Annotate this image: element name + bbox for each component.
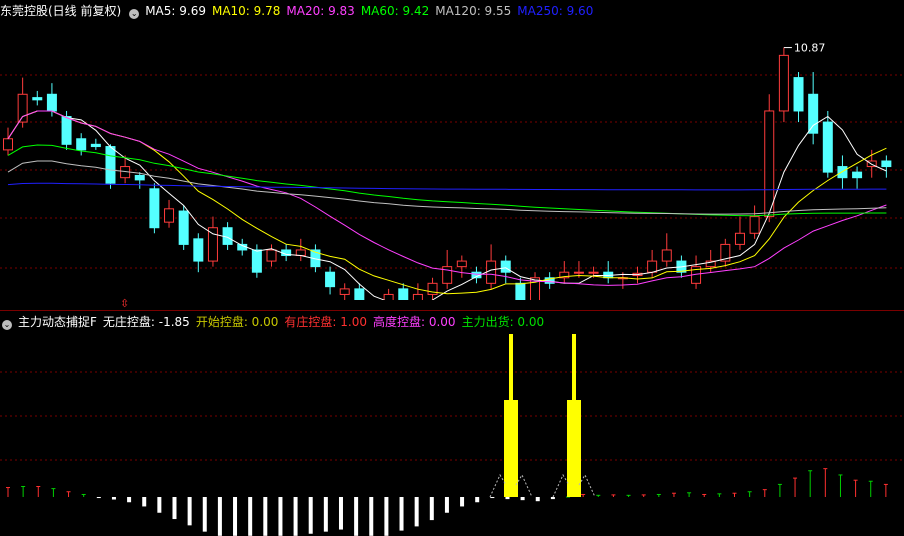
indicator-bar-negative xyxy=(369,497,374,536)
candle-up xyxy=(573,271,584,274)
price-chart: 10.878.81 xyxy=(0,42,904,300)
candle-up xyxy=(207,227,218,262)
indicator-bar-negative xyxy=(399,497,404,531)
indicator-bar-negative xyxy=(338,497,343,530)
indicator-bar-negative xyxy=(187,497,192,526)
candle-up xyxy=(164,208,175,223)
candle-down xyxy=(251,249,262,273)
candle-down xyxy=(325,271,336,288)
signal-trace xyxy=(515,473,533,498)
signal-trace xyxy=(578,473,596,498)
candle-down xyxy=(354,288,365,300)
candle-up xyxy=(734,232,745,245)
candle-up xyxy=(295,249,306,257)
candle-down xyxy=(500,260,511,273)
indicator-bar-negative xyxy=(217,497,222,536)
pane-divider[interactable] xyxy=(0,310,904,311)
indicator-bar-negative xyxy=(550,497,555,500)
indicator-bar-negative xyxy=(127,497,132,503)
indicator-bar-negative xyxy=(490,497,495,499)
candle-up xyxy=(778,54,789,112)
indicator-bar-negative xyxy=(157,497,162,513)
candle-up xyxy=(486,260,497,284)
candle-up xyxy=(661,249,672,262)
candle-up xyxy=(339,288,350,295)
indicator-bar-negative xyxy=(323,497,328,532)
candle-down xyxy=(398,288,409,300)
candle-down xyxy=(149,188,160,229)
signal-trace xyxy=(489,473,507,498)
candle-down xyxy=(515,282,526,300)
indicator-chart xyxy=(0,334,904,536)
indicator-bar-negative xyxy=(263,497,268,536)
indicator-bar-negative xyxy=(202,497,207,532)
indicator-bar-negative xyxy=(308,497,313,534)
candle-down xyxy=(822,121,833,173)
indicator-bar-negative xyxy=(172,497,177,520)
indicator-bar-negative xyxy=(354,497,359,536)
indicator-bar-negative xyxy=(111,497,116,500)
indicator-bar-negative xyxy=(384,497,389,536)
candle-down xyxy=(32,97,43,101)
indicator-bar-negative xyxy=(475,497,480,503)
candle-up xyxy=(266,249,277,262)
candle-down xyxy=(134,174,145,181)
indicator-bar-negative xyxy=(414,497,419,527)
indicator-bar-negative xyxy=(444,497,449,513)
candle-up xyxy=(456,260,467,268)
candle-up xyxy=(3,138,13,151)
indicator-bar-negative xyxy=(278,497,283,536)
signal-trace xyxy=(552,473,570,498)
candle-down xyxy=(105,146,116,184)
candle-down xyxy=(178,210,189,245)
indicator-bar-negative xyxy=(248,497,253,536)
signal-spike xyxy=(572,334,576,400)
indicator-bar-negative xyxy=(293,497,298,536)
signal-bar xyxy=(567,400,581,497)
candle-down xyxy=(46,93,57,112)
indicator-bar-negative xyxy=(520,497,525,501)
candle-down xyxy=(881,160,892,168)
candle-down xyxy=(808,93,819,134)
candle-down xyxy=(193,238,204,262)
indicator-bar-negative xyxy=(460,497,465,507)
indicator-bar-negative xyxy=(233,497,238,536)
candle-up xyxy=(588,271,599,274)
candle-down xyxy=(793,77,804,112)
candle-up xyxy=(647,260,658,273)
signal-spike xyxy=(509,334,513,400)
candle-up xyxy=(17,93,28,123)
candle-up xyxy=(749,216,760,234)
candle-up xyxy=(764,110,775,218)
indicator-bar-negative xyxy=(535,497,540,502)
candle-down xyxy=(61,116,72,145)
candle-down xyxy=(90,143,101,148)
indicator-bar-negative xyxy=(96,497,101,499)
candle-down xyxy=(76,138,87,151)
candle-down xyxy=(852,171,863,179)
signal-bar xyxy=(504,400,518,497)
pane-marker-icon: ⇳ xyxy=(120,297,130,310)
indicator-bar-negative xyxy=(505,497,510,500)
high-price-label: 10.87 xyxy=(794,42,826,55)
indicator-bar-negative xyxy=(142,497,147,507)
indicator-bar-negative xyxy=(429,497,434,521)
